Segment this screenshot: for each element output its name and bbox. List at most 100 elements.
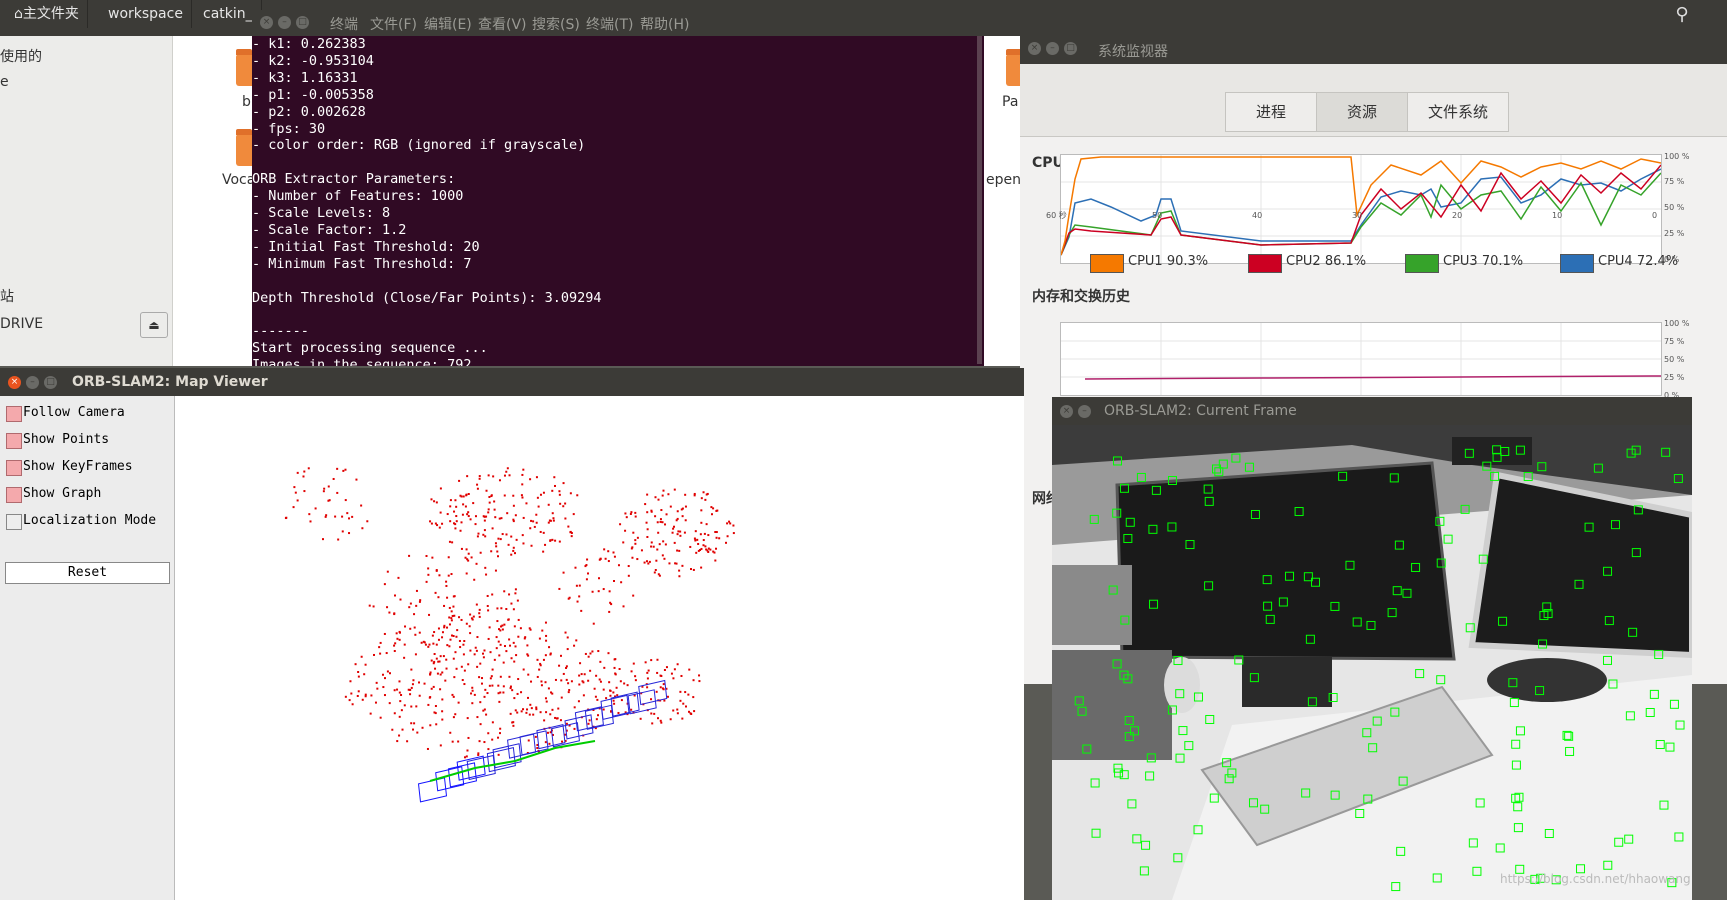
map-point <box>728 520 731 523</box>
terminal-scrollbar[interactable] <box>977 36 982 364</box>
map-point <box>410 705 413 708</box>
menu-edit[interactable]: 编辑(E) <box>424 14 472 34</box>
cpu1-swatch[interactable] <box>1090 254 1124 273</box>
map-point <box>493 508 496 511</box>
minimize-icon[interactable]: – <box>278 16 291 29</box>
cpu3-swatch[interactable] <box>1405 254 1439 273</box>
map-point <box>504 645 507 648</box>
x-tick: 20 <box>1452 211 1462 220</box>
map-point <box>700 509 703 512</box>
map-point <box>412 679 415 682</box>
menu-search[interactable]: 搜索(S) <box>532 14 580 34</box>
map-point <box>515 654 518 657</box>
menu-terminal[interactable]: 终端(T) <box>586 14 633 34</box>
map-point <box>428 643 431 646</box>
minimize-icon[interactable]: – <box>26 376 39 389</box>
cpu2-swatch[interactable] <box>1248 254 1282 273</box>
map-point <box>613 702 616 705</box>
checkbox-box[interactable] <box>6 514 22 530</box>
map-point <box>710 513 713 516</box>
menu-help[interactable]: 帮助(H) <box>640 14 689 34</box>
maximize-icon[interactable]: □ <box>44 376 57 389</box>
reset-button[interactable]: Reset <box>5 562 170 584</box>
sidebar-item-home[interactable]: e <box>0 74 9 90</box>
map-point <box>438 660 441 663</box>
map-point <box>616 694 619 697</box>
close-icon[interactable]: × <box>8 376 21 389</box>
map-point <box>487 474 490 477</box>
map-point <box>551 692 554 695</box>
map-point <box>669 505 672 508</box>
map-point <box>678 549 681 552</box>
map-point <box>681 515 684 518</box>
map-point <box>644 661 647 664</box>
menu-view[interactable]: 查看(V) <box>478 14 527 34</box>
map-point <box>578 584 581 587</box>
map-point <box>564 517 567 520</box>
menu-file[interactable]: 文件(F) <box>370 14 417 34</box>
checkbox-box[interactable] <box>6 487 22 503</box>
map-point <box>484 566 487 569</box>
map-point <box>692 679 695 682</box>
map-point <box>337 538 340 541</box>
map-point <box>663 557 666 560</box>
map-point <box>446 513 449 516</box>
checkbox-box[interactable] <box>6 433 22 449</box>
sidebar-item-trash[interactable]: 站 <box>0 286 14 306</box>
map-point <box>562 505 565 508</box>
terminal-output[interactable]: - k1: 0.262383 - k2: -0.953104 - k3: 1.1… <box>252 36 974 366</box>
checkbox-label: Show KeyFrames <box>23 459 133 474</box>
sidebar-item-drive[interactable]: DRIVE <box>0 316 43 332</box>
map-point <box>726 535 729 538</box>
map-point <box>451 614 454 617</box>
tab-home-label: 主文件夹 <box>22 6 79 22</box>
map-point <box>467 736 470 739</box>
map-3d-view[interactable] <box>175 396 1024 900</box>
map-point <box>672 677 675 680</box>
folder-label: b <box>242 94 251 110</box>
search-icon[interactable]: ⚲ <box>1668 2 1696 28</box>
minimize-icon[interactable]: – <box>1078 405 1091 418</box>
cpu4-swatch[interactable] <box>1560 254 1594 273</box>
checkbox-box[interactable] <box>6 406 22 422</box>
folder-label: Voca <box>222 172 256 188</box>
map-point <box>646 528 649 531</box>
map-point <box>650 541 653 544</box>
map-point <box>623 682 626 685</box>
map-point <box>421 726 424 729</box>
map-point <box>681 564 684 567</box>
map-point <box>562 571 565 574</box>
map-point <box>580 673 583 676</box>
map-point <box>497 753 500 756</box>
map-point <box>548 646 551 649</box>
tab-workspace[interactable]: workspace <box>100 0 192 28</box>
map-point <box>558 540 561 543</box>
eject-icon[interactable]: ⏏ <box>140 312 168 338</box>
map-point <box>487 748 490 751</box>
tab-home[interactable]: ⌂主文件夹 <box>6 0 88 28</box>
map-point <box>565 666 568 669</box>
map-point <box>434 591 437 594</box>
map-point <box>613 555 616 558</box>
map-point <box>634 679 637 682</box>
map-point <box>576 494 579 497</box>
map-point <box>461 513 464 516</box>
map-point <box>497 684 500 687</box>
left-monitor <box>1115 461 1456 661</box>
close-icon[interactable]: × <box>1060 405 1073 418</box>
map-point <box>350 692 353 695</box>
close-icon[interactable]: × <box>260 16 273 29</box>
map-point <box>521 483 524 486</box>
map-point <box>650 659 653 662</box>
map-point <box>393 613 396 616</box>
sidebar-item-recent[interactable]: 使用的 <box>0 46 42 66</box>
maximize-icon[interactable]: □ <box>296 16 309 29</box>
map-point <box>322 490 325 493</box>
map-point <box>452 716 455 719</box>
map-point <box>646 677 649 680</box>
map-point <box>662 540 665 543</box>
map-point <box>700 566 703 569</box>
map-point <box>497 736 500 739</box>
checkbox-box[interactable] <box>6 460 22 476</box>
map-point <box>507 543 510 546</box>
